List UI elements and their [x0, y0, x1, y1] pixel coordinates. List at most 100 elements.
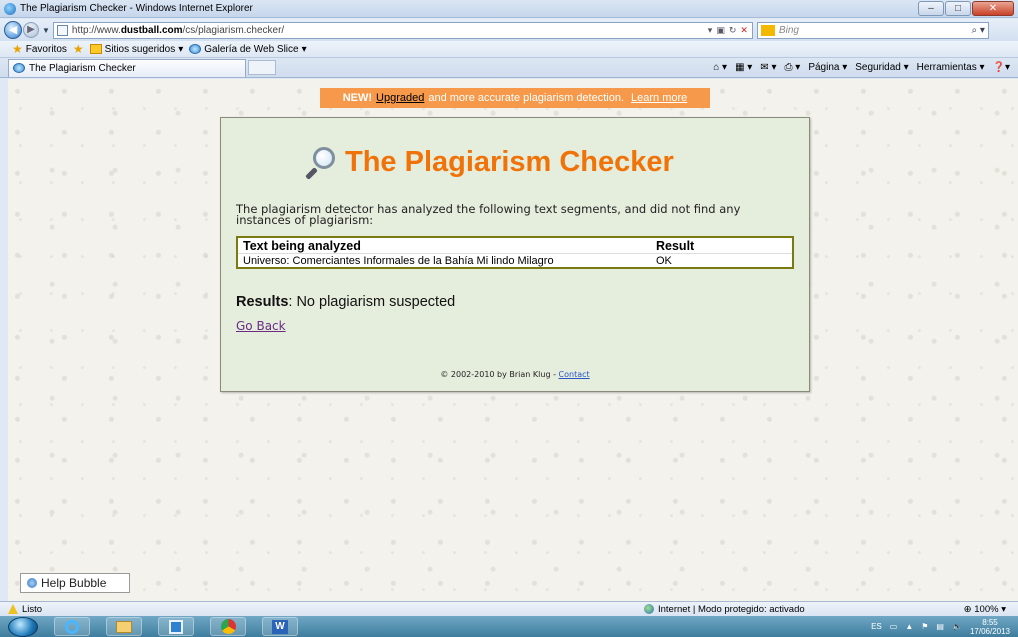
- show-hidden-icons[interactable]: ▲: [905, 622, 913, 631]
- favorites-button[interactable]: ★ Favoritos: [12, 42, 67, 56]
- feeds-icon[interactable]: ▦ ▾: [735, 62, 752, 73]
- suggested-sites-label: Sitios sugeridos: [104, 43, 176, 55]
- go-back-link[interactable]: Go Back: [236, 319, 286, 333]
- copyright-footer: © 2002-2010 by Brian Klug - Contact: [221, 370, 809, 379]
- header-text-analyzed: Text being analyzed: [243, 239, 361, 253]
- forward-button[interactable]: ▶: [23, 22, 39, 38]
- security-zone[interactable]: Internet | Modo protegido: activado: [644, 604, 805, 615]
- windows-taskbar: W ES ▭ ▲ ⚑ ▤ 🔈 8:55 17/06/2013: [0, 616, 1018, 637]
- new-tag: NEW!: [342, 92, 373, 104]
- address-url: http://www.dustball.com/cs/plagiarism.ch…: [71, 24, 285, 36]
- ie-logo-icon: [4, 2, 16, 15]
- taskbar-ie-button[interactable]: [54, 617, 90, 636]
- suggested-sites-link[interactable]: Sitios sugeridos ▾: [89, 43, 183, 55]
- upgrade-banner: NEW! Upgraded and more accurate plagiari…: [320, 88, 710, 108]
- network-icon[interactable]: ▤: [936, 622, 944, 631]
- clock-time: 8:55: [982, 617, 998, 627]
- volume-icon[interactable]: 🔈: [952, 622, 962, 631]
- start-button[interactable]: [8, 616, 38, 637]
- contact-link[interactable]: Contact: [559, 370, 590, 379]
- results-summary: Results: No plagiarism suspected: [236, 294, 455, 310]
- banner-text: and more accurate plagiarism detection.: [428, 92, 625, 104]
- media-player-icon: [169, 619, 183, 634]
- table-row: Universo: Comerciantes Informales de la …: [238, 254, 792, 267]
- print-icon[interactable]: ⎙ ▾: [785, 62, 801, 73]
- search-icon[interactable]: ⌕ ▾: [972, 25, 985, 36]
- web-slice-gallery-link[interactable]: Galería de Web Slice ▾: [189, 43, 307, 55]
- zoom-control[interactable]: ⊕ 100% ▾: [964, 604, 1006, 615]
- results-panel: The Plagiarism Checker The plagiarism de…: [220, 117, 810, 392]
- taskbar-media-button[interactable]: [158, 617, 194, 636]
- search-input[interactable]: Bing ⌕ ▾: [756, 21, 989, 39]
- favorites-star-icon: ★: [12, 42, 23, 56]
- minimize-button[interactable]: –: [918, 1, 944, 16]
- web-slice-icon: [189, 44, 202, 54]
- taskbar-explorer-button[interactable]: [106, 617, 142, 636]
- taskbar-word-button[interactable]: W: [262, 617, 298, 636]
- chrome-icon: [220, 619, 236, 634]
- zoom-level: 100%: [974, 603, 999, 615]
- address-tools: ▾ ▣ ↻ ✕: [708, 25, 752, 36]
- keyboard-icon[interactable]: ▭: [890, 622, 898, 631]
- results-value: : No plagiarism suspected: [288, 294, 456, 310]
- compatibility-view-icon[interactable]: ▣: [716, 25, 725, 36]
- search-placeholder: Bing: [778, 24, 799, 36]
- web-slice-label: Galería de Web Slice: [204, 43, 299, 55]
- flag-icon[interactable]: ⚑: [921, 622, 928, 631]
- page-icon: [56, 24, 68, 36]
- suggested-sites-icon: [89, 44, 102, 54]
- address-dropdown-icon[interactable]: ▾: [708, 25, 713, 36]
- new-tab-button[interactable]: [248, 60, 276, 75]
- page-heading: The Plagiarism Checker: [303, 146, 674, 180]
- cell-result: OK: [656, 254, 672, 267]
- home-icon[interactable]: ⌂ ▾: [713, 62, 727, 73]
- taskbar-chrome-button[interactable]: [210, 617, 246, 636]
- navigation-bar: ◀ ▶ ▼ http://www.dustball.com/cs/plagiar…: [0, 19, 1018, 41]
- address-bar[interactable]: http://www.dustball.com/cs/plagiarism.ch…: [52, 21, 753, 39]
- magnifier-icon: [303, 146, 335, 180]
- word-icon: W: [272, 619, 288, 634]
- tab-bar: The Plagiarism Checker ⌂ ▾ ▦ ▾ ✉ ▾ ⎙ ▾ P…: [0, 58, 1018, 78]
- globe-icon: [644, 604, 654, 614]
- help-icon[interactable]: ❓▾: [993, 62, 1010, 73]
- history-dropdown-icon[interactable]: ▼: [42, 26, 50, 35]
- tab-ie-icon: [13, 63, 25, 73]
- add-favorite-icon[interactable]: ★: [73, 42, 84, 56]
- close-button[interactable]: ✕: [972, 1, 1014, 16]
- back-button[interactable]: ◀: [4, 21, 22, 39]
- tab-plagiarism-checker[interactable]: The Plagiarism Checker: [8, 58, 246, 77]
- page-title: The Plagiarism Checker: [345, 146, 674, 178]
- table-header: Text being analyzed Result: [238, 238, 792, 254]
- clock[interactable]: 8:55 17/06/2013: [970, 618, 1010, 636]
- help-bubble-label: Help Bubble: [41, 576, 107, 590]
- learn-more-link[interactable]: Learn more: [631, 92, 687, 104]
- page-content: NEW! Upgraded and more accurate plagiari…: [8, 79, 1018, 601]
- results-table: Text being analyzed Result Universo: Com…: [236, 236, 794, 269]
- intro-text: The plagiarism detector has analyzed the…: [236, 202, 741, 227]
- help-bubble-button[interactable]: Help Bubble: [20, 573, 130, 593]
- maximize-button[interactable]: □: [945, 1, 971, 16]
- warning-icon: [8, 604, 18, 614]
- clock-date: 17/06/2013: [969, 626, 1010, 636]
- tools-menu[interactable]: Herramientas ▾: [917, 62, 985, 73]
- language-indicator[interactable]: ES: [871, 622, 882, 631]
- internet-explorer-icon: [65, 619, 79, 634]
- security-menu[interactable]: Seguridad ▾: [855, 62, 908, 73]
- results-label: Results: [236, 294, 289, 310]
- mail-icon[interactable]: ✉ ▾: [760, 62, 776, 73]
- favorites-bar: ★ Favoritos ★ Sitios sugeridos ▾ Galería…: [0, 41, 1018, 58]
- zone-text: Internet | Modo protegido: activado: [658, 603, 805, 615]
- cell-analyzed-text: Universo: Comerciantes Informales de la …: [243, 254, 554, 267]
- window-title-bar: The Plagiarism Checker - Windows Interne…: [0, 0, 1018, 18]
- stop-icon[interactable]: ✕: [740, 25, 748, 36]
- window-title: The Plagiarism Checker - Windows Interne…: [20, 3, 253, 14]
- status-text: Listo: [22, 603, 43, 615]
- tab-label: The Plagiarism Checker: [29, 62, 136, 74]
- system-tray: ES ▭ ▲ ⚑ ▤ 🔈 8:55 17/06/2013: [871, 616, 1010, 637]
- status-bar: Listo Internet | Modo protegido: activad…: [0, 601, 1018, 616]
- refresh-icon[interactable]: ↻: [729, 25, 737, 36]
- header-result: Result: [656, 239, 695, 253]
- folder-icon: [116, 620, 132, 633]
- upgraded-link[interactable]: Upgraded: [376, 92, 424, 104]
- page-menu[interactable]: Página ▾: [808, 62, 847, 73]
